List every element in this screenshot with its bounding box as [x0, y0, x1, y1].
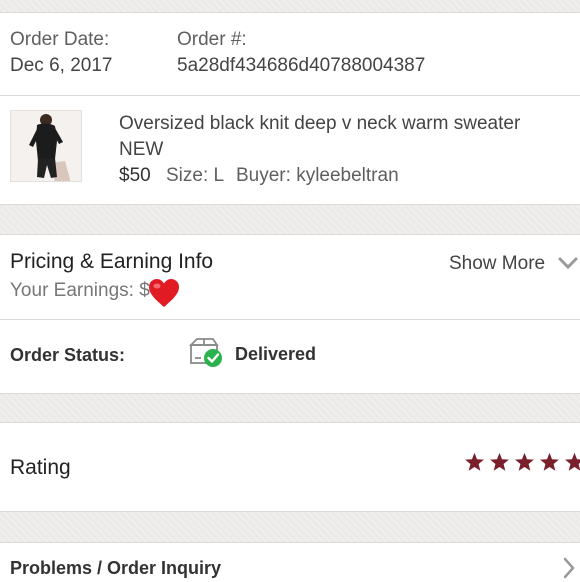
order-divider [0, 95, 580, 96]
order-status-card: Order Status: Delivered [0, 320, 580, 394]
star-icon [515, 452, 534, 471]
item-thumbnail[interactable] [10, 110, 82, 182]
order-info-card: Order Date: Dec 6, 2017 Order #: 5a28df4… [0, 12, 580, 205]
item-buyer: Buyer: kyleebeltran [236, 165, 399, 186]
order-date-label: Order Date: [10, 29, 110, 50]
show-more-button[interactable]: Show More [449, 253, 545, 275]
order-number-value: 5a28df434686d40788004387 [177, 55, 426, 76]
star-icon [465, 452, 484, 471]
problems-order-inquiry-row[interactable]: Problems / Order Inquiry [0, 542, 580, 582]
item-price: $50 [119, 165, 151, 186]
delivered-box-icon [188, 337, 224, 369]
item-size: Size: L [166, 165, 225, 186]
section-gap [0, 205, 580, 234]
chevron-down-icon[interactable] [558, 256, 578, 270]
problems-label[interactable]: Problems / Order Inquiry [10, 558, 221, 579]
pricing-card[interactable]: Pricing & Earning Info Your Earnings: $ … [0, 234, 580, 320]
order-date-value: Dec 6, 2017 [10, 55, 113, 76]
pricing-title: Pricing & Earning Info [10, 250, 214, 273]
star-icon [565, 452, 580, 471]
rating-stars [460, 452, 580, 477]
rating-label: Rating [10, 456, 71, 479]
earnings-label: Your Earnings: $ [10, 280, 150, 301]
item-title-line1[interactable]: Oversized black knit deep v neck warm sw… [119, 113, 520, 135]
section-gap [0, 394, 580, 422]
chevron-right-icon[interactable] [562, 557, 576, 579]
order-number-label: Order #: [177, 29, 247, 50]
show-more-label[interactable]: Show More [449, 253, 545, 274]
item-title-line2[interactable]: NEW [119, 139, 163, 161]
star-icon [540, 452, 559, 471]
star-icon [490, 452, 509, 471]
order-status-label: Order Status: [10, 345, 126, 365]
heart-emoji-icon [148, 278, 180, 308]
rating-card: Rating [0, 422, 580, 512]
order-status-value: Delivered [235, 344, 317, 364]
section-gap [0, 512, 580, 542]
top-divider [0, 0, 580, 12]
